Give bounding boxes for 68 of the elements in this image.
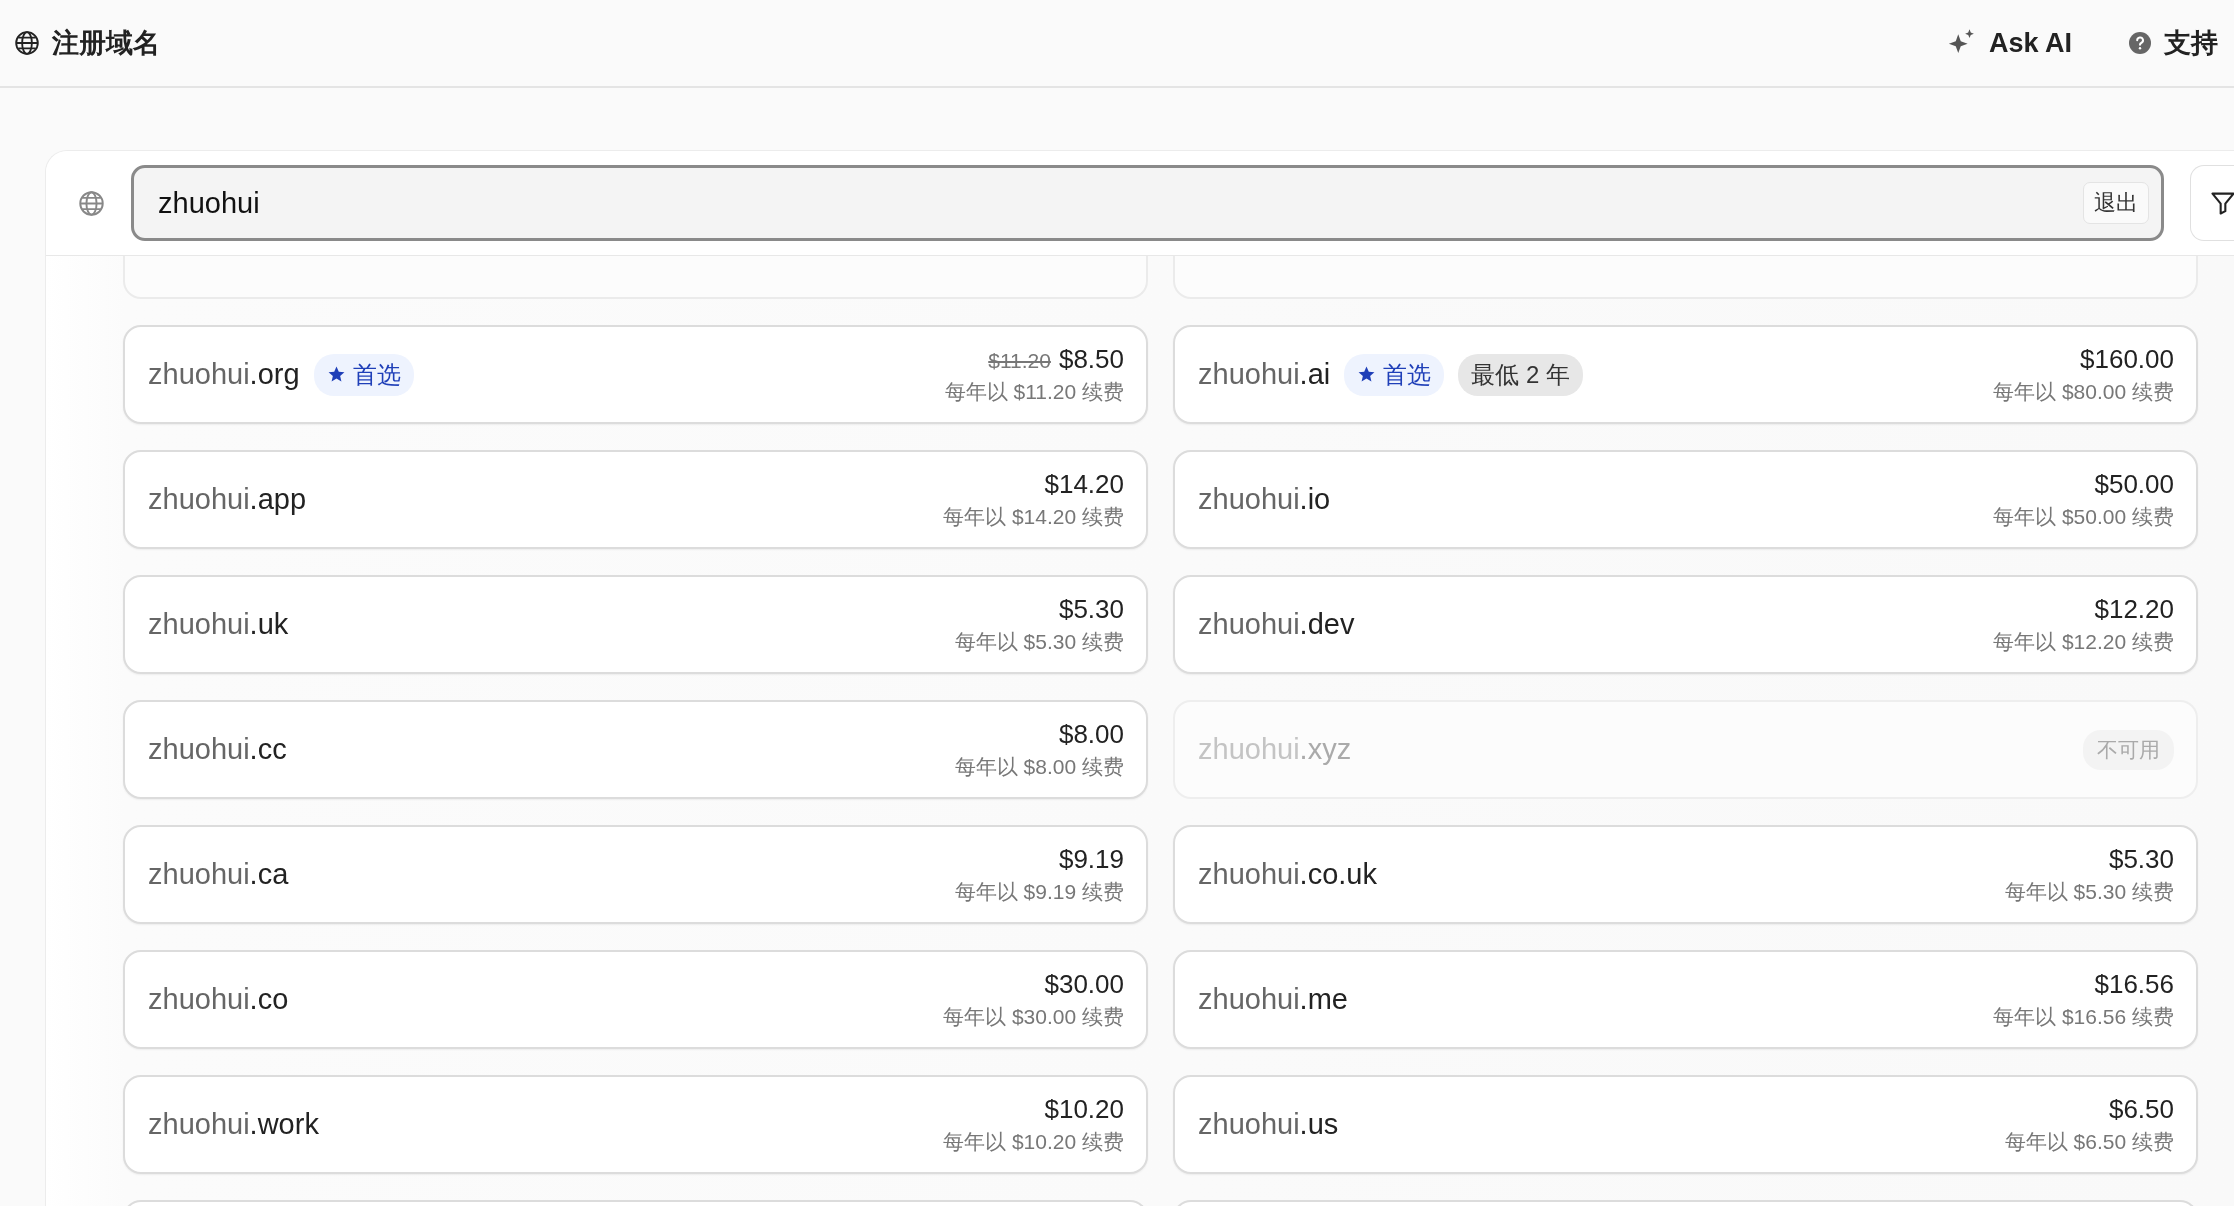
ask-ai-link[interactable]: Ask AI — [1946, 27, 2072, 59]
renewal-price: 每年以 $80.00 续费 — [1993, 378, 2174, 405]
domain-card[interactable]: zhuohui.dev $12.20 每年以 $12.20 续费 — [1173, 575, 2198, 674]
globe-icon — [78, 189, 105, 217]
renewal-price: 每年以 $12.20 续费 — [1993, 628, 2174, 655]
renewal-price: 每年以 $9.19 续费 — [954, 878, 1124, 905]
domain-name: zhuohui.app — [148, 483, 307, 516]
price: $5.30 — [2108, 843, 2174, 875]
badge-label: 最低 2 年 — [1471, 359, 1570, 390]
help-icon — [2128, 31, 2152, 55]
renewal-price: 每年以 $11.20 续费 — [944, 378, 1124, 405]
renewal-price: 每年以 $50.00 续费 — [1993, 503, 2174, 530]
price: $14.20 — [1044, 468, 1124, 500]
domain-card[interactable]: zhuohui.co.uk $5.30 每年以 $5.30 续费 — [1173, 825, 2198, 924]
price: $5.30 — [1058, 593, 1124, 625]
renewal-price: 每年以 $6.50 续费 — [2004, 1128, 2174, 1155]
domain-card[interactable]: zhuohui.app $14.20 每年以 $14.20 续费 — [123, 450, 1148, 549]
original-price: $11.20 — [988, 348, 1051, 373]
badge-label: 首选 — [1383, 359, 1432, 390]
renewal-price: 每年以 $5.30 续费 — [2004, 878, 2174, 905]
renewal-price: 每年以 $10.20 续费 — [943, 1128, 1124, 1155]
renewal-price: 每年以 $5.30 续费 — [954, 628, 1124, 655]
renewal-price: 每年以 $14.20 续费 — [943, 503, 1124, 530]
domain-name: zhuohui.org — [148, 358, 300, 391]
domain-card[interactable]: zhuohui.uk $5.30 每年以 $5.30 续费 — [123, 575, 1148, 674]
unavailable-badge: 不可用 — [2083, 729, 2174, 770]
price: $8.50 — [1058, 343, 1124, 375]
price: $50.00 — [2094, 468, 2174, 500]
renewal-price: 每年以 $16.56 续费 — [1993, 1003, 2174, 1030]
domain-name: zhuohui.co.uk — [1198, 858, 1377, 891]
page-title: 注册域名 — [52, 27, 160, 60]
domain-name: zhuohui.me — [1198, 983, 1348, 1016]
price: $10.20 — [1044, 1093, 1124, 1125]
price: $6.50 — [2108, 1093, 2174, 1125]
domain-card[interactable]: zhuohui.ca $9.19 每年以 $9.19 续费 — [123, 825, 1148, 924]
domain-name: zhuohui.us — [1198, 1108, 1339, 1141]
domain-name: zhuohui.work — [148, 1108, 319, 1141]
price: $160.00 — [2080, 343, 2174, 375]
globe-icon — [14, 30, 40, 56]
star-icon — [1357, 365, 1377, 384]
domain-name: zhuohui.xyz — [1198, 733, 1352, 766]
domain-card[interactable]: zhuohui.us $6.50 每年以 $6.50 续费 — [1173, 1075, 2198, 1174]
domain-name: zhuohui.ai — [1198, 358, 1331, 391]
domain-card[interactable]: zhuohui.work $10.20 每年以 $10.20 续费 — [123, 1075, 1148, 1174]
price: $8.00 — [1058, 718, 1124, 750]
price: $12.20 — [2094, 593, 2174, 625]
domain-card[interactable]: zhuohui.cc $8.00 每年以 $8.00 续费 — [123, 700, 1148, 799]
exit-button[interactable]: 退出 — [2083, 182, 2149, 224]
renewal-price: 每年以 $30.00 续费 — [943, 1003, 1124, 1030]
renewal-price: 每年以 $8.00 续费 — [954, 753, 1124, 780]
domain-name: zhuohui.ca — [148, 858, 289, 891]
price: $9.19 — [1058, 843, 1124, 875]
price: $16.56 — [2094, 968, 2174, 1000]
search-field[interactable]: zhuohui 退出 — [131, 165, 2164, 241]
domain-card[interactable]: zhuohui.me $16.56 每年以 $16.56 续费 — [1173, 950, 2198, 1049]
domain-name: zhuohui.cc — [148, 733, 287, 766]
domain-card[interactable]: zhuohui.co $30.00 每年以 $30.00 续费 — [123, 950, 1148, 1049]
domain-card[interactable]: zhuohui.io $50.00 每年以 $50.00 续费 — [1173, 450, 2198, 549]
domain-name: zhuohui.uk — [148, 608, 289, 641]
badge-label: 首选 — [352, 359, 401, 390]
price: $30.00 — [1044, 968, 1124, 1000]
star-icon — [326, 365, 346, 384]
domain-name: zhuohui.co — [148, 983, 289, 1016]
domain-card[interactable]: zhuohui.ai 首选 最低 2 年 $160.00 每年以 $80.00 续费 — [1173, 325, 2198, 424]
domain-card[interactable]: zhuohui.org 首选 $11.20 $8.50 每年以 $11.20 续费 — [123, 325, 1148, 424]
domain-name: zhuohui.dev — [1198, 608, 1355, 641]
support-link[interactable]: 支持 — [2128, 25, 2218, 61]
domain-name: zhuohui.io — [1198, 483, 1331, 516]
